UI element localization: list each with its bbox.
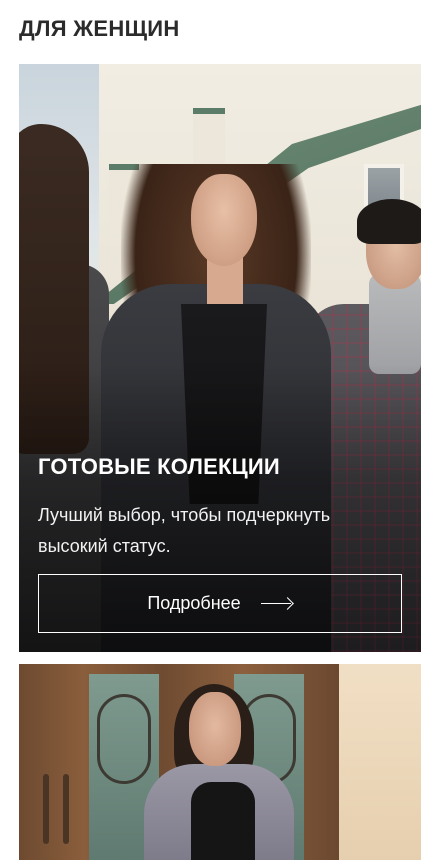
photo-model-right-collar (369, 274, 421, 374)
photo-model-top (191, 782, 255, 860)
photo-model-right-hair (357, 199, 421, 244)
photo-door-handle (63, 774, 69, 844)
collection-card-second[interactable] (19, 664, 421, 860)
photo-model-center-face (191, 174, 257, 266)
collection-photo (19, 664, 421, 860)
section-title: ДЛЯ ЖЕНЩИН (19, 16, 180, 41)
photo-wall (339, 664, 421, 860)
photo-ironwork (97, 694, 151, 784)
details-button[interactable]: Подробнее (38, 574, 402, 633)
photo-door-handle (43, 774, 49, 844)
collection-card-ready[interactable]: ГОТОВЫЕ КОЛЕКЦИИ Лучший выбор, чтобы под… (19, 64, 421, 652)
collection-photo (19, 64, 421, 652)
photo-model-face (189, 692, 241, 766)
card-description: Лучший выбор, чтобы подчеркнуть высокий … (38, 505, 331, 556)
card-title: ГОТОВЫЕ КОЛЕКЦИИ (38, 454, 280, 479)
arrow-right-icon (260, 598, 293, 610)
details-button-label: Подробнее (147, 593, 241, 613)
